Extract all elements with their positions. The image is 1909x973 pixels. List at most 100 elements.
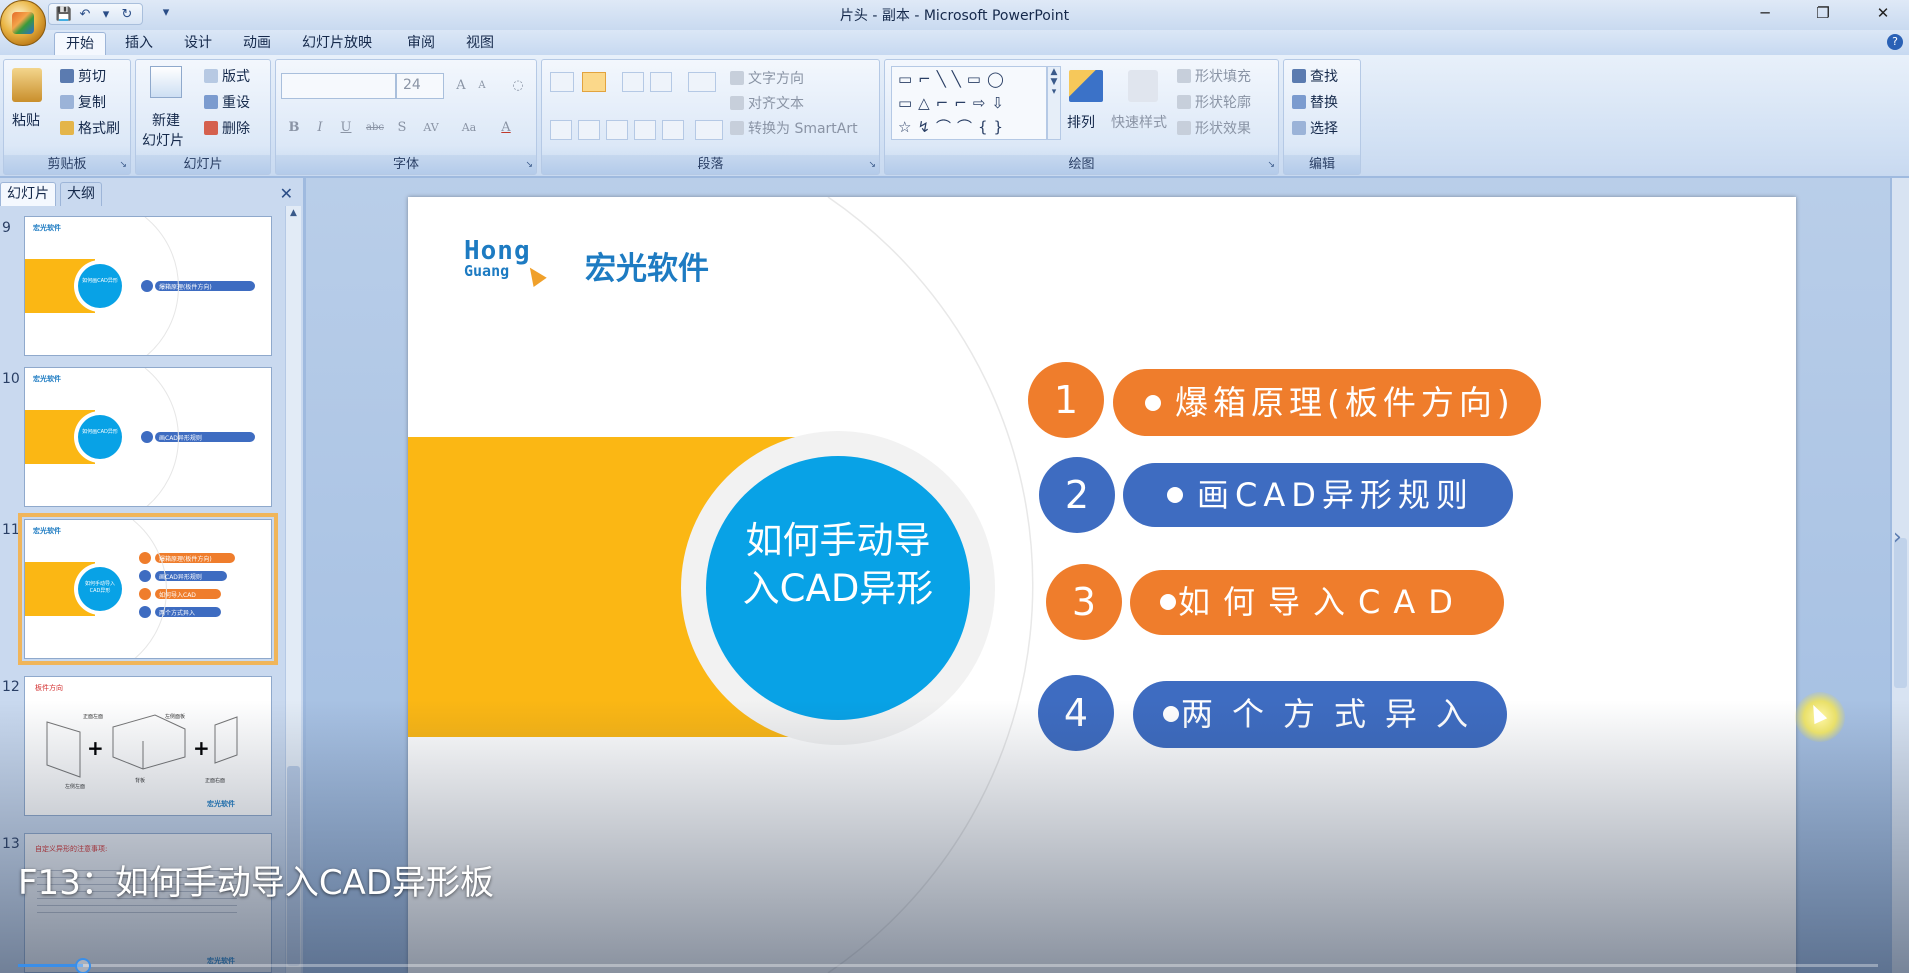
- shadow-button[interactable]: S: [392, 117, 412, 139]
- font-size-field[interactable]: 24: [396, 73, 444, 99]
- dialog-launcher-icon[interactable]: ↘: [868, 159, 876, 171]
- tab-slides[interactable]: 幻灯片: [0, 182, 56, 206]
- smartart-button[interactable]: 转换为 SmartArt: [730, 118, 858, 138]
- bullets-icon[interactable]: [550, 72, 574, 92]
- thumbnail-slide-11[interactable]: 宏光软件 如何手动导入CAD异形 爆箱原理(板件方向) 画CAD异形规则 如何导…: [18, 513, 278, 665]
- layout-button[interactable]: 版式: [204, 66, 250, 86]
- dialog-launcher-icon[interactable]: ↘: [525, 159, 533, 171]
- strikethrough-button[interactable]: abc: [362, 117, 388, 139]
- video-progress-knob[interactable]: [75, 958, 92, 973]
- tab-design[interactable]: 设计: [173, 32, 223, 55]
- thumb-graphic: + +: [46, 714, 238, 778]
- align-left-icon[interactable]: [550, 120, 572, 140]
- dialog-launcher-icon[interactable]: ↘: [119, 159, 127, 171]
- item-3-pill: 如何导入CAD: [1130, 570, 1504, 635]
- shrink-font-button[interactable]: A: [472, 75, 492, 97]
- thumbnail-slide-10[interactable]: 宏光软件 如何画CAD异形 画CAD异形规则: [24, 367, 272, 507]
- arrange-button[interactable]: 排列: [1067, 112, 1095, 132]
- italic-button[interactable]: I: [310, 117, 330, 139]
- line-spacing-icon[interactable]: [688, 72, 716, 92]
- char-spacing-button[interactable]: AV: [418, 117, 444, 139]
- format-painter-label: 格式刷: [78, 121, 120, 137]
- reset-button[interactable]: 重设: [204, 92, 250, 112]
- align-text-button[interactable]: 对齐文本: [730, 93, 804, 113]
- item-4-number: 4: [1038, 675, 1114, 751]
- text-direction-button[interactable]: 文字方向: [730, 68, 804, 88]
- quick-styles-button[interactable]: 快速样式: [1111, 112, 1167, 132]
- thumb-graphic: [25, 520, 235, 658]
- scroll-thumb[interactable]: [1894, 538, 1907, 688]
- help-icon[interactable]: ?: [1887, 34, 1903, 50]
- delete-slide-button[interactable]: 删除: [204, 118, 250, 138]
- find-button[interactable]: 查找: [1292, 66, 1338, 86]
- align-right-icon[interactable]: [606, 120, 628, 140]
- paste-button[interactable]: 粘贴: [12, 110, 40, 130]
- item-1-number: 1: [1028, 362, 1104, 438]
- distribute-icon[interactable]: [662, 120, 684, 140]
- close-panel-icon[interactable]: ✕: [280, 184, 293, 203]
- circle-title-line-1: 如何手动导: [745, 519, 931, 562]
- change-case-button[interactable]: Aa: [456, 117, 482, 139]
- item-3-number: 3: [1046, 564, 1122, 640]
- logo-hong: Hong: [464, 236, 531, 266]
- copy-button[interactable]: 复制: [60, 92, 106, 112]
- increase-indent-icon[interactable]: [650, 72, 672, 92]
- thumb-title: 如何画CAD异形: [82, 429, 118, 435]
- clear-format-icon[interactable]: ◌: [508, 75, 528, 97]
- thumbnail-slide-12[interactable]: + + 板件方向 正面左面 左侧面板 背板 左侧左面 正面右面 宏光软件: [24, 676, 272, 816]
- video-caption: F13：如何手动导入CAD异形板: [18, 863, 494, 903]
- new-slide-label-2[interactable]: 幻灯片: [142, 130, 184, 150]
- format-painter-button[interactable]: 格式刷: [60, 118, 120, 138]
- cut-button[interactable]: 剪切: [60, 66, 106, 86]
- shape-outline-label: 形状轮廓: [1195, 95, 1251, 111]
- drawing-group: ▭⌐╲╲▭◯ ▭△⌐⌐⇨⇩ ☆↯⌒⌒{} ▲ ▼ ▾ 排列 快速样式 形状填充 形状轮廓…: [884, 59, 1279, 175]
- underline-button[interactable]: U: [336, 117, 356, 139]
- tab-insert[interactable]: 插入: [114, 32, 164, 55]
- bold-button[interactable]: B: [284, 117, 304, 139]
- next-slide-icon[interactable]: ›: [1893, 525, 1902, 550]
- select-button[interactable]: 选择: [1292, 118, 1338, 138]
- thumb-number: 11: [2, 522, 20, 538]
- text-direction-icon: [730, 71, 744, 85]
- tab-outline[interactable]: 大纲: [60, 182, 102, 206]
- layout-label: 版式: [222, 69, 250, 85]
- shape-effects-button[interactable]: 形状效果: [1177, 118, 1251, 138]
- new-slide-label-1[interactable]: 新建: [152, 110, 180, 130]
- paint-bucket-icon: [1177, 69, 1191, 83]
- justify-icon[interactable]: [634, 120, 656, 140]
- shapes-gallery[interactable]: ▭⌐╲╲▭◯ ▭△⌐⌐⇨⇩ ☆↯⌒⌒{}: [891, 66, 1047, 140]
- numbering-icon[interactable]: [582, 72, 606, 92]
- tab-review[interactable]: 审阅: [396, 32, 446, 55]
- close-button[interactable]: ✕: [1860, 0, 1906, 28]
- delete-icon: [204, 121, 218, 135]
- thumbnail-slide-9[interactable]: 宏光软件 如何画CAD异形 爆箱原理(板件方向): [24, 216, 272, 356]
- replace-button[interactable]: 替换: [1292, 92, 1338, 112]
- shape-fill-button[interactable]: 形状填充: [1177, 66, 1251, 86]
- office-button-icon[interactable]: [0, 0, 46, 46]
- restore-button[interactable]: ❐: [1800, 0, 1846, 28]
- font-color-button[interactable]: A: [496, 117, 516, 139]
- shapes-scroll[interactable]: ▲ ▼ ▾: [1047, 66, 1061, 140]
- font-name-field[interactable]: [281, 73, 396, 99]
- dialog-launcher-icon[interactable]: ↘: [1267, 159, 1275, 171]
- tab-home[interactable]: 开始: [54, 32, 106, 55]
- columns-icon[interactable]: [695, 120, 723, 140]
- svg-text:+: +: [193, 736, 210, 760]
- tab-slideshow[interactable]: 幻灯片放映: [291, 32, 383, 55]
- shape-outline-button[interactable]: 形状轮廓: [1177, 92, 1251, 112]
- reset-label: 重设: [222, 95, 250, 111]
- video-progress-bar[interactable]: [18, 964, 1878, 967]
- tab-view[interactable]: 视图: [455, 32, 505, 55]
- current-slide[interactable]: Hong Guang 宏光软件 如何手动导 入CAD异形 1 爆箱原理(板件方向…: [408, 197, 1796, 973]
- item-2-number: 2: [1039, 457, 1115, 533]
- grow-font-button[interactable]: A: [451, 75, 471, 97]
- align-center-icon[interactable]: [578, 120, 600, 140]
- decrease-indent-icon[interactable]: [622, 72, 644, 92]
- scroll-up-icon[interactable]: ▲: [287, 208, 300, 222]
- smartart-label: 转换为 SmartArt: [748, 121, 858, 137]
- shape-fill-label: 形状填充: [1195, 69, 1251, 85]
- minimize-button[interactable]: ─: [1742, 0, 1788, 28]
- vertical-scrollbar[interactable]: [1892, 178, 1909, 973]
- tab-animations[interactable]: 动画: [232, 32, 282, 55]
- bullet-icon: [1163, 706, 1179, 722]
